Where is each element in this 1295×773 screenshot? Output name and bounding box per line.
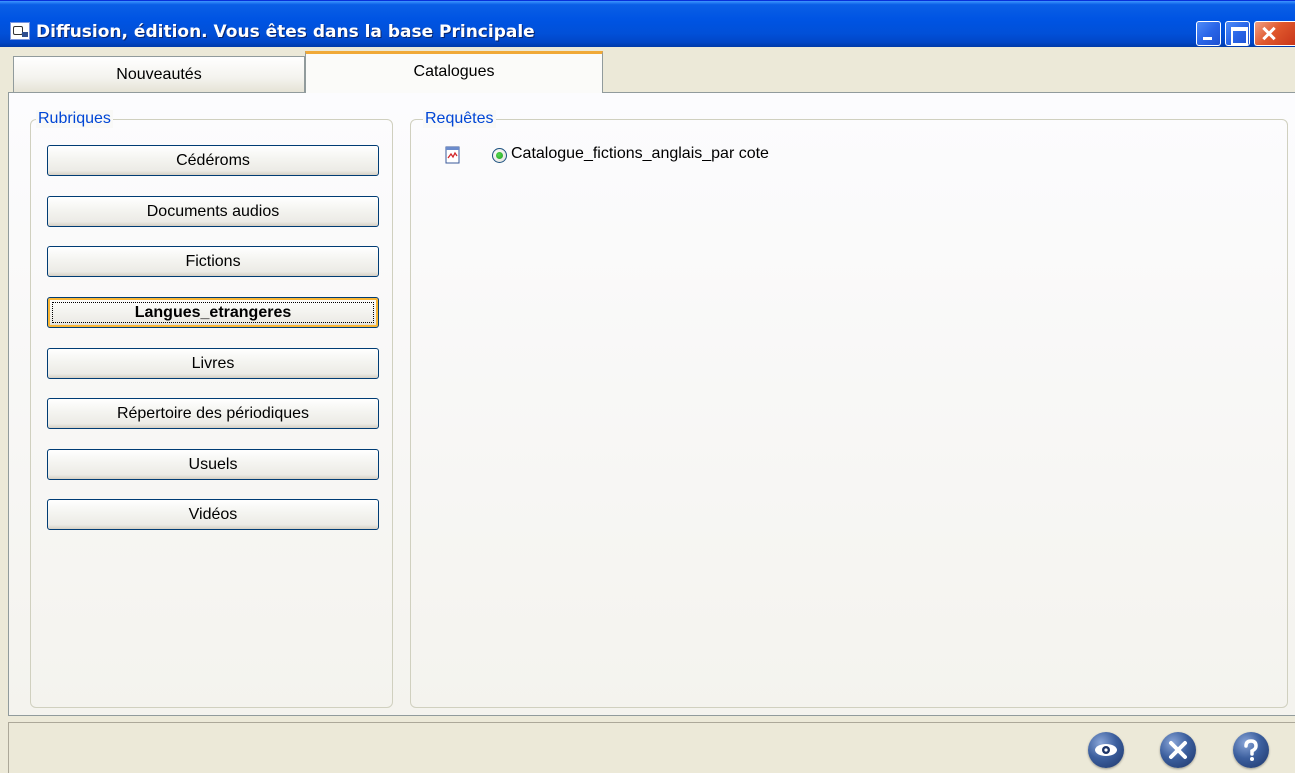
tab-catalogues[interactable]: Catalogues [305, 51, 603, 93]
rubrique-button-documents-audios[interactable]: Documents audios [47, 196, 379, 227]
maximize-button[interactable] [1225, 21, 1250, 46]
minimize-button[interactable] [1196, 21, 1221, 46]
rubrique-button-langues-etrangeres[interactable]: Langues_etrangeres [47, 297, 379, 328]
eye-icon[interactable] [1088, 732, 1124, 768]
report-icon [444, 146, 462, 164]
query-label[interactable]: Catalogue_fictions_anglais_par cote [511, 145, 769, 163]
tab-nouveautes[interactable]: Nouveautés [13, 56, 305, 92]
requetes-legend: Requêtes [423, 110, 496, 128]
help-icon[interactable] [1233, 732, 1269, 768]
rubrique-button-cederoms[interactable]: Cédéroms [47, 145, 379, 176]
cancel-icon[interactable] [1160, 732, 1196, 768]
rubrique-button-videos[interactable]: Vidéos [47, 499, 379, 530]
query-radio[interactable] [492, 148, 507, 163]
rubrique-button-livres[interactable]: Livres [47, 348, 379, 379]
title-bar[interactable]: Diffusion, édition. Vous êtes dans la ba… [0, 0, 1295, 47]
rubrique-button-usuels[interactable]: Usuels [47, 449, 379, 480]
rubrique-button-repertoire-periodiques[interactable]: Répertoire des périodiques [47, 398, 379, 429]
window-title: Diffusion, édition. Vous êtes dans la ba… [36, 22, 535, 42]
rubriques-legend: Rubriques [36, 110, 113, 128]
requetes-group: Requêtes [410, 110, 1288, 708]
close-button[interactable] [1254, 21, 1295, 46]
rubrique-button-fictions[interactable]: Fictions [47, 246, 379, 277]
app-icon[interactable] [10, 22, 30, 40]
